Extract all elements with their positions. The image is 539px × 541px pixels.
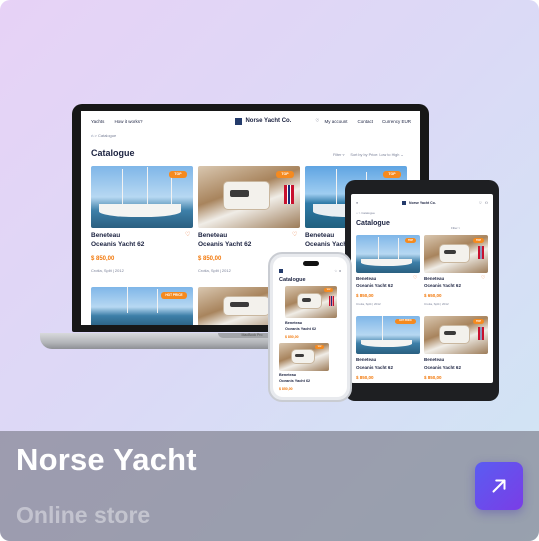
listing-price: $ 850,00 bbox=[91, 256, 115, 262]
menu-icon[interactable]: ≡ bbox=[339, 269, 341, 273]
heart-icon[interactable]: ♡ bbox=[479, 201, 482, 205]
laptop-model-label: MacBook Pro bbox=[241, 333, 263, 337]
listing-price: $ 850,00 bbox=[356, 375, 374, 380]
project-card[interactable]: Yachts How it works? Norse Yacht Co. ♡ M… bbox=[0, 0, 539, 541]
heart-icon[interactable]: ♡ bbox=[292, 231, 297, 238]
listing-make: Beneteau bbox=[198, 232, 228, 239]
listing-price: $ 650,00 bbox=[424, 293, 442, 298]
heart-icon[interactable]: ♡ bbox=[413, 275, 417, 281]
breadcrumb: ⌂ > Catalogue bbox=[91, 133, 117, 138]
listing-make: Beneteau bbox=[424, 357, 445, 362]
listing-model[interactable]: Oceanis Yacht 62 bbox=[356, 365, 393, 370]
site-logo[interactable]: Norse Yacht Co. bbox=[235, 117, 291, 125]
listing-make: Beneteau bbox=[91, 232, 121, 239]
listing-meta: Crotia, Split | 2012 bbox=[198, 268, 231, 273]
listing-price: $ 850,00 bbox=[285, 335, 299, 339]
listing-make: Beneteau bbox=[424, 276, 445, 281]
heart-icon[interactable]: ♡ bbox=[315, 118, 319, 124]
listing-make: Beneteau bbox=[285, 321, 303, 325]
tablet-screen: ≡ Norse Yacht Co. ♡ ⚇ ⌂ > Catalogue Cata… bbox=[351, 194, 493, 383]
site-nav: ≡ Norse Yacht Co. ♡ ⚇ bbox=[356, 201, 488, 205]
open-project-button[interactable] bbox=[475, 462, 523, 510]
filter-button[interactable]: Filter ▿ bbox=[333, 152, 344, 157]
listing-price: $ 850,00 bbox=[279, 387, 293, 391]
top-badge: TOP bbox=[324, 288, 333, 292]
listing-model[interactable]: Oceanis Yacht 62 bbox=[198, 241, 251, 248]
hot-price-badge: HOT PRICE bbox=[395, 319, 416, 324]
filter-icon: ▿ bbox=[342, 153, 345, 157]
phone-screen: ♡ ≡ Catalogue TOP Beneteau Oceanis Yacht… bbox=[273, 257, 347, 397]
site-logo[interactable]: Norse Yacht Co. bbox=[402, 201, 436, 205]
top-badge: TOP bbox=[473, 319, 484, 324]
listing-model[interactable]: Oceanis Yacht 62 bbox=[285, 327, 316, 331]
nav-contact[interactable]: Contact bbox=[357, 119, 373, 124]
top-badge: TOP bbox=[473, 238, 484, 243]
project-title: Norse Yacht bbox=[16, 442, 197, 477]
toolbar: Filter ▿ bbox=[451, 226, 461, 230]
listing-price: $ 850,00 bbox=[424, 375, 442, 380]
nav-currency[interactable]: Currency EUR bbox=[382, 119, 411, 124]
logo-icon bbox=[402, 201, 407, 205]
breadcrumb: ⌂ > Catalogue bbox=[356, 211, 375, 215]
listing-model[interactable]: Oceanis Yacht 62 bbox=[424, 283, 461, 288]
listing-model[interactable]: Oceanis Yacht 62 bbox=[424, 365, 461, 370]
listing-model[interactable]: Oceanis Yacht 62 bbox=[356, 283, 393, 288]
sort-select[interactable]: Sort by by Price: Low to High ⌄ bbox=[350, 152, 403, 157]
hot-price-badge: HOT PRICE bbox=[161, 292, 187, 299]
listing-price: $ 850,00 bbox=[356, 293, 374, 298]
nav-account[interactable]: My account bbox=[324, 119, 347, 124]
toolbar: Filter ▿ Sort by by Price: Low to High ⌄ bbox=[333, 152, 404, 157]
top-badge: TOP bbox=[405, 238, 416, 243]
listing-model[interactable]: Oceanis Yacht 62 bbox=[279, 379, 310, 383]
page-title: Catalogue bbox=[356, 220, 390, 227]
heart-icon[interactable]: ♡ bbox=[185, 231, 190, 238]
site-nav: ♡ ≡ bbox=[279, 269, 341, 273]
site-nav: Yachts How it works? Norse Yacht Co. ♡ M… bbox=[91, 117, 411, 125]
logo-icon[interactable] bbox=[279, 269, 283, 273]
project-subtitle: Online store bbox=[16, 502, 151, 528]
listing-meta: Crotia, Split | 2012 bbox=[356, 302, 381, 306]
listing-price: $ 850,00 bbox=[198, 256, 222, 262]
arrow-up-right-icon bbox=[492, 479, 506, 493]
listing-meta: Crotia, Split | 2012 bbox=[91, 268, 124, 273]
user-icon[interactable]: ⚇ bbox=[485, 201, 488, 205]
listing-model[interactable]: Oceanis Yacht 62 bbox=[91, 241, 144, 248]
nav-link-how[interactable]: How it works? bbox=[114, 119, 142, 124]
heart-icon[interactable]: ♡ bbox=[335, 269, 338, 273]
home-icon[interactable]: ⌂ bbox=[91, 133, 93, 138]
nav-link-yachts[interactable]: Yachts bbox=[91, 119, 104, 124]
listing-make: Beneteau bbox=[305, 232, 335, 239]
listing-meta: Crotia, Split | 2012 bbox=[424, 302, 449, 306]
heart-icon[interactable]: ♡ bbox=[481, 275, 485, 281]
phone-dynamic-island bbox=[303, 261, 319, 266]
top-badge: TOP bbox=[276, 171, 294, 178]
logo-icon bbox=[235, 117, 243, 125]
listing-make: Beneteau bbox=[356, 357, 377, 362]
page-title: Catalogue bbox=[279, 277, 306, 283]
menu-icon[interactable]: ≡ bbox=[356, 201, 358, 205]
listing-make: Beneteau bbox=[356, 276, 377, 281]
top-badge: TOP bbox=[383, 171, 401, 178]
listing-make: Beneteau bbox=[279, 373, 297, 377]
top-badge: TOP bbox=[315, 345, 324, 349]
page-title: Catalogue bbox=[91, 148, 135, 158]
top-badge: TOP bbox=[169, 171, 187, 178]
